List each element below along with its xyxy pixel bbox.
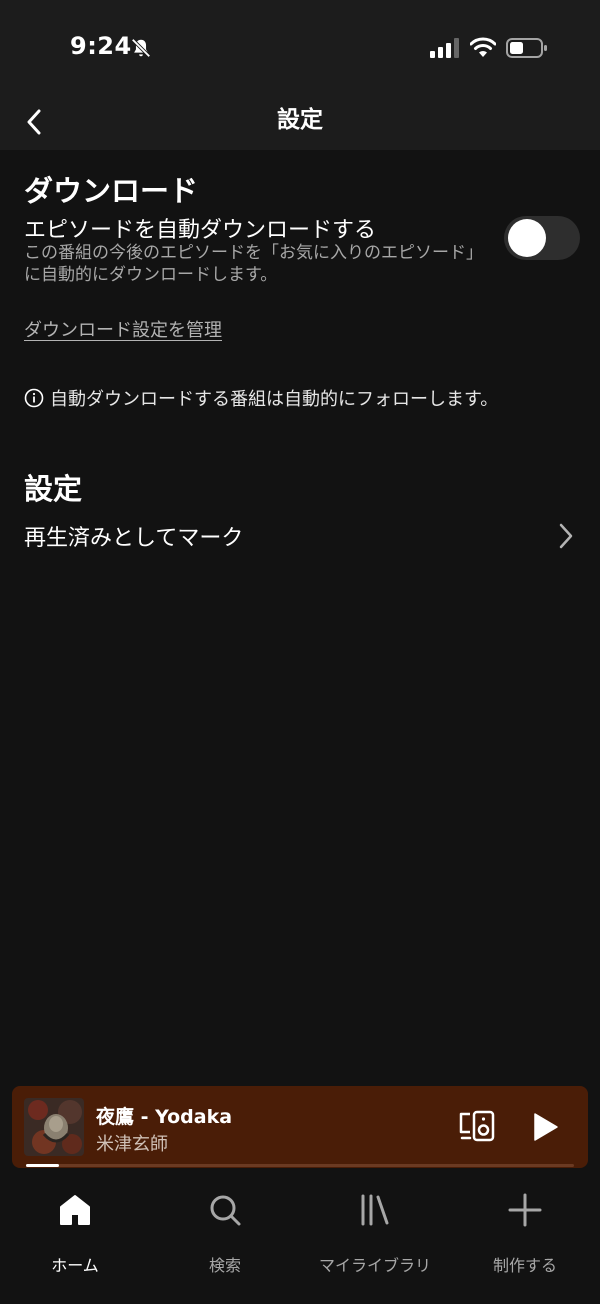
tab-home[interactable]: ホーム [0, 1186, 150, 1275]
tab-search-label: 検索 [208, 1256, 241, 1275]
manage-download-settings-link[interactable]: ダウンロード設定を管理 [24, 316, 222, 342]
header: 設定 [0, 96, 600, 150]
wifi-icon [470, 37, 496, 57]
playback-progress-fill [26, 1164, 59, 1167]
playback-progress-bar[interactable] [26, 1164, 574, 1167]
auto-download-description: この番組の今後のエピソードを「お気に入りのエピソード」に自動的にダウンロードしま… [24, 243, 483, 285]
album-art [24, 1098, 84, 1156]
tab-home-label: ホーム [51, 1256, 99, 1275]
status-bar: 9:24 [0, 0, 600, 96]
info-text: 自動ダウンロードする番組は自動的にフォローします。 [50, 389, 499, 410]
tab-library[interactable]: マイライブラリ [300, 1186, 450, 1275]
info-icon [24, 388, 44, 408]
bottom-tab-bar: ホーム 検索 マイライブラリ 制作する [0, 1168, 600, 1304]
mark-as-played-label: 再生済みとしてマーク [24, 526, 244, 551]
auto-download-row[interactable]: エピソードを自動ダウンロードする この番組の今後のエピソードを「お気に入りのエピ… [24, 212, 580, 292]
auto-download-toggle[interactable] [504, 216, 580, 260]
auto-download-label: エピソードを自動ダウンロードする [24, 218, 377, 243]
auto-download-info: 自動ダウンロードする番組は自動的にフォローします。 [24, 385, 498, 411]
download-section-title: ダウンロード [24, 174, 199, 208]
tab-search[interactable]: 検索 [150, 1186, 300, 1275]
tab-library-label: マイライブラリ [318, 1256, 431, 1275]
plus-icon [508, 1193, 542, 1227]
track-title: 夜鷹 - Yodaka [96, 1106, 233, 1128]
battery-icon [506, 38, 547, 58]
search-icon [210, 1195, 241, 1226]
bell-slash-icon [131, 38, 151, 58]
mark-as-played-row[interactable]: 再生済みとしてマーク [24, 512, 576, 560]
chevron-right-icon [559, 523, 573, 549]
cellular-signal-icon [430, 38, 459, 58]
play-icon[interactable] [530, 1112, 560, 1142]
track-artist: 米津玄師 [96, 1134, 168, 1155]
home-icon [60, 1195, 90, 1225]
status-time: 9:24 [70, 32, 132, 60]
tab-create-label: 制作する [492, 1256, 557, 1275]
toggle-knob [508, 219, 546, 257]
page-title: 設定 [277, 107, 323, 133]
connect-devices-icon[interactable] [458, 1110, 496, 1142]
tab-create[interactable]: 制作する [450, 1186, 600, 1275]
mini-player[interactable]: 夜鷹 - Yodaka 米津玄師 [12, 1086, 588, 1168]
settings-section-title: 設定 [24, 472, 83, 506]
library-icon [361, 1194, 389, 1226]
